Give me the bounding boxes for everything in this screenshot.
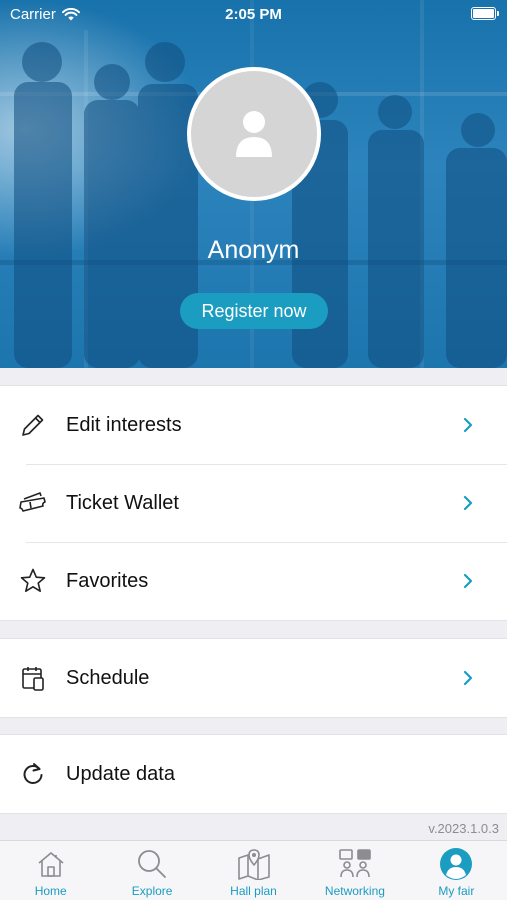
status-bar: Carrier 2:05 PM [0, 0, 507, 28]
tab-label: Hall plan [230, 884, 277, 898]
tab-label: Explore [131, 884, 173, 898]
home-icon [34, 847, 68, 881]
chevron-right-icon [463, 668, 475, 688]
tab-label: My fair [438, 884, 475, 898]
chevron-right-icon [463, 415, 475, 435]
menu-item-update-data[interactable]: Update data [0, 735, 507, 813]
tab-bar: Home Explore Hall plan Networking My fai… [0, 840, 507, 900]
profile-header: Carrier 2:05 PM Anonym Register now [0, 0, 507, 368]
ticket-icon [18, 488, 48, 518]
refresh-icon [18, 759, 48, 789]
user-silhouette-icon [236, 111, 272, 157]
networking-icon [338, 847, 372, 881]
menu-item-schedule[interactable]: Schedule [0, 639, 507, 717]
profile-icon [439, 847, 473, 881]
menu-item-label: Favorites [66, 569, 149, 592]
tab-label: Home [34, 884, 67, 898]
tab-my-fair[interactable]: My fair [406, 841, 507, 900]
chevron-right-icon [463, 571, 475, 591]
map-icon [237, 847, 271, 881]
menu-group-schedule: Schedule [0, 638, 507, 718]
menu-item-label: Ticket Wallet [66, 491, 179, 514]
tab-networking[interactable]: Networking [304, 841, 405, 900]
menu-group-update: Update data [0, 734, 507, 814]
battery-icon [471, 7, 499, 20]
star-icon [18, 566, 48, 596]
calendar-icon [18, 663, 48, 693]
avatar[interactable] [187, 67, 321, 201]
menu-item-ticket-wallet[interactable]: Ticket Wallet [0, 464, 507, 542]
clock: 2:05 PM [225, 6, 282, 23]
menu-item-label: Schedule [66, 666, 150, 689]
tab-hall-plan[interactable]: Hall plan [203, 841, 304, 900]
menu-item-edit-interests[interactable]: Edit interests [0, 386, 507, 464]
menu-item-favorites[interactable]: Favorites [0, 542, 507, 620]
tab-home[interactable]: Home [0, 841, 101, 900]
tab-explore[interactable]: Explore [101, 841, 202, 900]
tab-label: Networking [324, 884, 385, 898]
menu-item-label: Update data [66, 762, 175, 785]
menu-group-main: Edit interests Ticket Wallet Favorites [0, 385, 507, 621]
user-name: Anonym [207, 236, 300, 264]
register-button[interactable]: Register now [180, 293, 328, 329]
pencil-icon [18, 410, 48, 440]
chevron-right-icon [463, 493, 475, 513]
search-icon [135, 847, 169, 881]
app-version: v.2023.1.0.3 [428, 821, 499, 836]
menu-item-label: Edit interests [66, 413, 182, 436]
